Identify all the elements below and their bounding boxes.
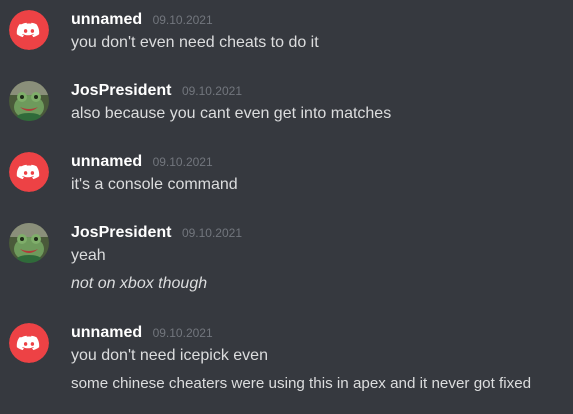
timestamp[interactable]: 09.10.2021 <box>153 13 213 27</box>
username[interactable]: unnamed <box>71 324 142 341</box>
username[interactable]: JosPresident <box>71 224 171 241</box>
chat-log: unnamed 09.10.2021 you don't even need c… <box>0 0 573 414</box>
message-header: unnamed 09.10.2021 <box>71 152 213 172</box>
frog-avatar-icon[interactable] <box>9 81 49 121</box>
message-header: unnamed 09.10.2021 <box>71 323 213 343</box>
message-text: yeah <box>71 247 106 264</box>
username[interactable]: unnamed <box>71 153 142 170</box>
message-header: JosPresident 09.10.2021 <box>71 81 242 101</box>
message-text: also because you cant even get into matc… <box>71 105 392 122</box>
message-header: unnamed 09.10.2021 <box>71 10 213 30</box>
discord-logo-icon[interactable] <box>9 10 49 50</box>
message-text: you don't need icepick even <box>71 347 268 364</box>
timestamp[interactable]: 09.10.2021 <box>182 84 242 98</box>
message-header: JosPresident 09.10.2021 <box>71 223 242 243</box>
timestamp[interactable]: 09.10.2021 <box>182 226 242 240</box>
message-text: it's a console command <box>71 176 238 193</box>
timestamp[interactable]: 09.10.2021 <box>153 155 213 169</box>
frog-avatar-icon[interactable] <box>9 223 49 263</box>
message-text: you don't even need cheats to do it <box>71 34 319 51</box>
username[interactable]: JosPresident <box>71 82 171 99</box>
message-text: some chinese cheaters were using this in… <box>71 375 532 392</box>
discord-logo-icon[interactable] <box>9 152 49 192</box>
username[interactable]: unnamed <box>71 11 142 28</box>
message-text: not on xbox though <box>71 275 208 292</box>
timestamp[interactable]: 09.10.2021 <box>153 326 213 340</box>
discord-logo-icon[interactable] <box>9 323 49 363</box>
